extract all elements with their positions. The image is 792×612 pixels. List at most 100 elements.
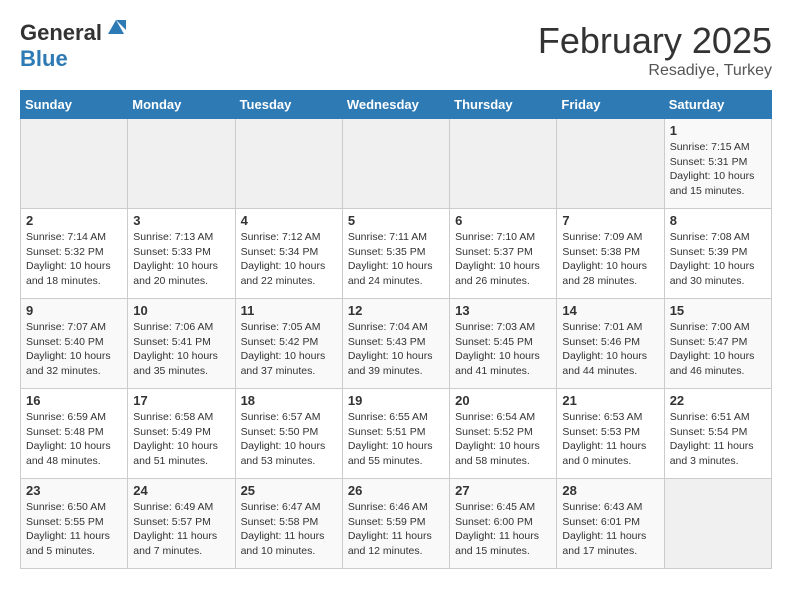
day-header-friday: Friday <box>557 91 664 119</box>
calendar-cell: 24 Sunrise: 6:49 AMSunset: 5:57 PMDaylig… <box>128 479 235 569</box>
page-header: General Blue February 2025 Resadiye, Tur… <box>20 20 772 80</box>
day-info: Sunrise: 7:00 AMSunset: 5:47 PMDaylight:… <box>670 321 755 377</box>
day-info: Sunrise: 7:06 AMSunset: 5:41 PMDaylight:… <box>133 321 218 377</box>
calendar-cell <box>557 119 664 209</box>
day-number: 11 <box>241 303 337 318</box>
week-row-5: 23 Sunrise: 6:50 AMSunset: 5:55 PMDaylig… <box>21 479 772 569</box>
day-header-monday: Monday <box>128 91 235 119</box>
day-header-wednesday: Wednesday <box>342 91 449 119</box>
calendar-cell: 22 Sunrise: 6:51 AMSunset: 5:54 PMDaylig… <box>664 389 771 479</box>
day-info: Sunrise: 6:46 AMSunset: 5:59 PMDaylight:… <box>348 501 432 557</box>
day-info: Sunrise: 6:54 AMSunset: 5:52 PMDaylight:… <box>455 411 540 467</box>
calendar-cell: 28 Sunrise: 6:43 AMSunset: 6:01 PMDaylig… <box>557 479 664 569</box>
day-number: 6 <box>455 213 551 228</box>
day-number: 24 <box>133 483 229 498</box>
day-number: 25 <box>241 483 337 498</box>
day-info: Sunrise: 7:10 AMSunset: 5:37 PMDaylight:… <box>455 231 540 287</box>
calendar-cell <box>664 479 771 569</box>
calendar-cell: 23 Sunrise: 6:50 AMSunset: 5:55 PMDaylig… <box>21 479 128 569</box>
calendar-cell: 4 Sunrise: 7:12 AMSunset: 5:34 PMDayligh… <box>235 209 342 299</box>
day-number: 14 <box>562 303 658 318</box>
calendar-cell: 26 Sunrise: 6:46 AMSunset: 5:59 PMDaylig… <box>342 479 449 569</box>
calendar-cell: 15 Sunrise: 7:00 AMSunset: 5:47 PMDaylig… <box>664 299 771 389</box>
day-info: Sunrise: 7:01 AMSunset: 5:46 PMDaylight:… <box>562 321 647 377</box>
day-header-tuesday: Tuesday <box>235 91 342 119</box>
day-header-thursday: Thursday <box>450 91 557 119</box>
calendar-cell: 20 Sunrise: 6:54 AMSunset: 5:52 PMDaylig… <box>450 389 557 479</box>
logo-icon <box>104 16 128 40</box>
day-info: Sunrise: 7:09 AMSunset: 5:38 PMDaylight:… <box>562 231 647 287</box>
day-info: Sunrise: 6:45 AMSunset: 6:00 PMDaylight:… <box>455 501 539 557</box>
day-info: Sunrise: 7:05 AMSunset: 5:42 PMDaylight:… <box>241 321 326 377</box>
calendar-cell <box>128 119 235 209</box>
day-number: 23 <box>26 483 122 498</box>
day-number: 13 <box>455 303 551 318</box>
calendar-cell: 3 Sunrise: 7:13 AMSunset: 5:33 PMDayligh… <box>128 209 235 299</box>
day-number: 26 <box>348 483 444 498</box>
day-number: 22 <box>670 393 766 408</box>
day-info: Sunrise: 6:51 AMSunset: 5:54 PMDaylight:… <box>670 411 754 467</box>
calendar-cell <box>450 119 557 209</box>
calendar-table: SundayMondayTuesdayWednesdayThursdayFrid… <box>20 90 772 569</box>
week-row-3: 9 Sunrise: 7:07 AMSunset: 5:40 PMDayligh… <box>21 299 772 389</box>
day-number: 1 <box>670 123 766 138</box>
calendar-cell <box>342 119 449 209</box>
day-number: 5 <box>348 213 444 228</box>
calendar-cell <box>21 119 128 209</box>
calendar-cell: 21 Sunrise: 6:53 AMSunset: 5:53 PMDaylig… <box>557 389 664 479</box>
day-info: Sunrise: 6:59 AMSunset: 5:48 PMDaylight:… <box>26 411 111 467</box>
calendar-cell: 27 Sunrise: 6:45 AMSunset: 6:00 PMDaylig… <box>450 479 557 569</box>
day-number: 17 <box>133 393 229 408</box>
day-info: Sunrise: 7:03 AMSunset: 5:45 PMDaylight:… <box>455 321 540 377</box>
day-number: 4 <box>241 213 337 228</box>
day-header-saturday: Saturday <box>664 91 771 119</box>
day-info: Sunrise: 7:12 AMSunset: 5:34 PMDaylight:… <box>241 231 326 287</box>
calendar-cell: 16 Sunrise: 6:59 AMSunset: 5:48 PMDaylig… <box>21 389 128 479</box>
day-info: Sunrise: 7:04 AMSunset: 5:43 PMDaylight:… <box>348 321 433 377</box>
day-number: 10 <box>133 303 229 318</box>
calendar-cell: 25 Sunrise: 6:47 AMSunset: 5:58 PMDaylig… <box>235 479 342 569</box>
day-header-sunday: Sunday <box>21 91 128 119</box>
day-info: Sunrise: 7:14 AMSunset: 5:32 PMDaylight:… <box>26 231 111 287</box>
day-info: Sunrise: 7:11 AMSunset: 5:35 PMDaylight:… <box>348 231 433 287</box>
calendar-cell: 7 Sunrise: 7:09 AMSunset: 5:38 PMDayligh… <box>557 209 664 299</box>
day-number: 2 <box>26 213 122 228</box>
week-row-2: 2 Sunrise: 7:14 AMSunset: 5:32 PMDayligh… <box>21 209 772 299</box>
calendar-header-row: SundayMondayTuesdayWednesdayThursdayFrid… <box>21 91 772 119</box>
calendar-cell: 1 Sunrise: 7:15 AMSunset: 5:31 PMDayligh… <box>664 119 771 209</box>
day-number: 19 <box>348 393 444 408</box>
calendar-cell: 19 Sunrise: 6:55 AMSunset: 5:51 PMDaylig… <box>342 389 449 479</box>
day-info: Sunrise: 6:43 AMSunset: 6:01 PMDaylight:… <box>562 501 646 557</box>
calendar-cell: 17 Sunrise: 6:58 AMSunset: 5:49 PMDaylig… <box>128 389 235 479</box>
day-info: Sunrise: 6:57 AMSunset: 5:50 PMDaylight:… <box>241 411 326 467</box>
title-block: February 2025 Resadiye, Turkey <box>538 20 772 80</box>
day-number: 12 <box>348 303 444 318</box>
day-info: Sunrise: 6:49 AMSunset: 5:57 PMDaylight:… <box>133 501 217 557</box>
calendar-body: 1 Sunrise: 7:15 AMSunset: 5:31 PMDayligh… <box>21 119 772 569</box>
day-number: 16 <box>26 393 122 408</box>
calendar-cell <box>235 119 342 209</box>
calendar-cell: 9 Sunrise: 7:07 AMSunset: 5:40 PMDayligh… <box>21 299 128 389</box>
logo: General Blue <box>20 20 128 72</box>
week-row-4: 16 Sunrise: 6:59 AMSunset: 5:48 PMDaylig… <box>21 389 772 479</box>
logo-general: General <box>20 20 102 45</box>
location-subtitle: Resadiye, Turkey <box>538 62 772 80</box>
day-info: Sunrise: 7:08 AMSunset: 5:39 PMDaylight:… <box>670 231 755 287</box>
day-info: Sunrise: 7:07 AMSunset: 5:40 PMDaylight:… <box>26 321 111 377</box>
day-number: 3 <box>133 213 229 228</box>
calendar-cell: 18 Sunrise: 6:57 AMSunset: 5:50 PMDaylig… <box>235 389 342 479</box>
day-number: 20 <box>455 393 551 408</box>
day-info: Sunrise: 6:47 AMSunset: 5:58 PMDaylight:… <box>241 501 325 557</box>
calendar-cell: 2 Sunrise: 7:14 AMSunset: 5:32 PMDayligh… <box>21 209 128 299</box>
day-info: Sunrise: 6:53 AMSunset: 5:53 PMDaylight:… <box>562 411 646 467</box>
calendar-cell: 13 Sunrise: 7:03 AMSunset: 5:45 PMDaylig… <box>450 299 557 389</box>
day-number: 28 <box>562 483 658 498</box>
day-number: 27 <box>455 483 551 498</box>
day-number: 21 <box>562 393 658 408</box>
calendar-cell: 11 Sunrise: 7:05 AMSunset: 5:42 PMDaylig… <box>235 299 342 389</box>
day-number: 18 <box>241 393 337 408</box>
calendar-cell: 12 Sunrise: 7:04 AMSunset: 5:43 PMDaylig… <box>342 299 449 389</box>
week-row-1: 1 Sunrise: 7:15 AMSunset: 5:31 PMDayligh… <box>21 119 772 209</box>
day-number: 7 <box>562 213 658 228</box>
day-number: 15 <box>670 303 766 318</box>
